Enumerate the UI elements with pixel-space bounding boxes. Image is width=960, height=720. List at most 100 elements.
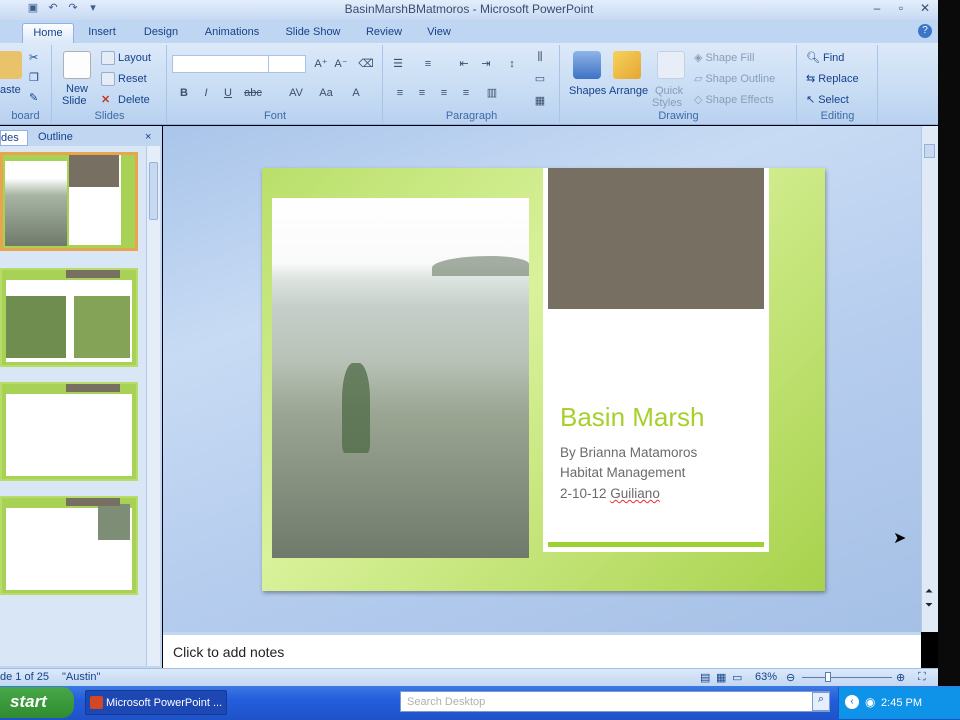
quick-styles-button[interactable]: Quick (655, 85, 683, 97)
quick-styles-button-line2[interactable]: Styles (652, 97, 682, 109)
cut-icon[interactable]: ✂ (29, 51, 38, 64)
tab-home[interactable]: Home (22, 23, 74, 43)
align-text-icon[interactable]: ▭ (532, 71, 548, 87)
paste-button[interactable]: aste (0, 84, 21, 96)
reset-button[interactable]: Reset (101, 72, 147, 86)
tab-animations[interactable]: Animations (198, 23, 266, 43)
desktop-search-input[interactable]: Search Desktop (400, 691, 830, 712)
slideshow-view-icon[interactable]: ▭ (732, 671, 742, 684)
clear-format-icon[interactable]: ⌫ (358, 56, 374, 72)
slide-thumbnail-2[interactable] (0, 268, 138, 367)
tab-insert[interactable]: Insert (80, 23, 124, 43)
shapes-button[interactable]: Shapes (569, 85, 606, 97)
shapes-icon[interactable] (573, 51, 601, 79)
font-color-button[interactable]: A (348, 85, 364, 101)
network-icon[interactable]: ◉ (865, 695, 875, 709)
smartart-icon[interactable]: ▦ (532, 93, 548, 109)
prev-slide-icon[interactable]: ⏶ (925, 586, 933, 597)
slide-thumbnail-1[interactable] (0, 152, 138, 251)
shape-outline-button[interactable]: ▱ Shape Outline (694, 72, 775, 86)
taskbar-item-powerpoint[interactable]: Microsoft PowerPoint ... (85, 690, 227, 715)
notes-pane[interactable]: Click to add notes (163, 632, 921, 668)
justify-icon[interactable]: ≡ (458, 85, 474, 101)
arrange-button[interactable]: Arrange (609, 85, 648, 97)
quick-styles-icon[interactable] (657, 51, 685, 79)
slide-thumbnail-4[interactable] (0, 496, 138, 595)
zoom-out-icon[interactable]: ⊖ (786, 671, 795, 684)
help-icon[interactable]: ? (918, 24, 932, 38)
zoom-in-icon[interactable]: ⊕ (896, 671, 905, 684)
normal-view-icon[interactable]: ▤ (700, 671, 710, 684)
slide-scrollbar[interactable]: ⏶ ⏷ (921, 126, 938, 632)
shape-effects-button[interactable]: ◇ Shape Effects (694, 93, 774, 107)
strikethrough-button[interactable]: abc (242, 85, 264, 101)
tab-slide-show[interactable]: Slide Show (280, 23, 346, 43)
new-slide-button[interactable]: New (66, 83, 88, 95)
numbering-icon[interactable]: ≡ (420, 56, 436, 72)
close-pane-icon[interactable]: × (145, 130, 157, 146)
paste-icon[interactable] (0, 51, 22, 79)
close-button[interactable]: ✕ (918, 1, 932, 15)
bullets-icon[interactable]: ☰ (390, 56, 406, 72)
copy-icon[interactable]: ❐ (29, 71, 39, 84)
font-name-combo[interactable] (172, 55, 270, 73)
replace-button[interactable]: ⇆ Replace (806, 72, 859, 86)
clock[interactable]: 2:45 PM (881, 697, 922, 709)
zoom-slider-handle[interactable] (825, 672, 831, 682)
slide-title[interactable]: Basin Marsh (560, 402, 705, 433)
slides-tab[interactable]: des (0, 130, 28, 146)
shrink-font-icon[interactable]: A⁻ (333, 56, 349, 72)
current-slide[interactable]: Basin Marsh By Brianna Matamoros Habitat… (262, 168, 825, 591)
minimize-button[interactable]: – (870, 1, 884, 15)
slide-subtitle-line-3[interactable]: 2-10-12 Guiliano (560, 486, 660, 501)
line-spacing-icon[interactable]: ↕ (504, 56, 520, 72)
slide-subtitle-line-1[interactable]: By Brianna Matamoros (560, 445, 697, 460)
shape-outline-icon: ▱ (694, 73, 703, 85)
start-button[interactable]: start (0, 687, 74, 718)
char-spacing-button[interactable]: AV (286, 85, 306, 101)
format-painter-icon[interactable]: ✎ (29, 91, 38, 104)
scrollbar-thumb[interactable] (924, 144, 935, 158)
bold-button[interactable]: B (176, 85, 192, 101)
tab-view[interactable]: View (420, 23, 458, 43)
slide-sorter-icon[interactable]: ▦ (716, 671, 726, 684)
delete-button[interactable]: ✕ Delete (101, 93, 150, 107)
arrange-icon[interactable] (613, 51, 641, 79)
misspelled-word[interactable]: Guiliano (610, 486, 660, 501)
select-button[interactable]: ↖ Select (806, 93, 849, 107)
tab-review[interactable]: Review (360, 23, 408, 43)
grow-font-icon[interactable]: A⁺ (313, 56, 329, 72)
decrease-indent-icon[interactable]: ⇤ (456, 56, 472, 72)
new-slide-icon[interactable] (63, 51, 91, 79)
change-case-button[interactable]: Aa (316, 85, 336, 101)
marsh-photo[interactable] (272, 198, 529, 558)
zoom-slider[interactable] (802, 677, 892, 678)
align-center-icon[interactable]: ≡ (414, 85, 430, 101)
next-slide-icon[interactable]: ⏷ (925, 600, 933, 611)
thumbnails-scrollbar[interactable] (146, 146, 160, 666)
slide-thumbnail-3[interactable] (0, 382, 138, 481)
layout-button[interactable]: Layout (101, 51, 151, 65)
tab-design[interactable]: Design (136, 23, 186, 43)
maximize-button[interactable]: ▫ (894, 1, 908, 15)
italic-button[interactable]: I (198, 85, 214, 101)
scrollbar-thumb[interactable] (149, 162, 158, 220)
find-button[interactable]: 🔍︎ Find (806, 51, 844, 65)
fit-to-window-icon[interactable]: ⛶ (918, 671, 926, 684)
zoom-level[interactable]: 63% (755, 671, 777, 683)
search-icon[interactable]: ⌕ (812, 692, 830, 711)
new-slide-button-line2[interactable]: Slide (62, 95, 86, 107)
shape-fill-button[interactable]: ◈ Shape Fill (694, 51, 754, 65)
underline-button[interactable]: U (220, 85, 236, 101)
notes-placeholder[interactable]: Click to add notes (173, 644, 284, 660)
slide-green-bar (548, 542, 764, 547)
text-direction-icon[interactable]: ⫼ (532, 49, 548, 65)
increase-indent-icon[interactable]: ⇥ (478, 56, 494, 72)
tray-back-icon[interactable]: ‹ (845, 695, 859, 709)
align-right-icon[interactable]: ≡ (436, 85, 452, 101)
align-left-icon[interactable]: ≡ (392, 85, 408, 101)
outline-tab[interactable]: Outline (32, 130, 80, 146)
font-size-combo[interactable] (268, 55, 306, 73)
slide-subtitle-line-2[interactable]: Habitat Management (560, 465, 685, 480)
columns-icon[interactable]: ▥ (484, 85, 500, 101)
